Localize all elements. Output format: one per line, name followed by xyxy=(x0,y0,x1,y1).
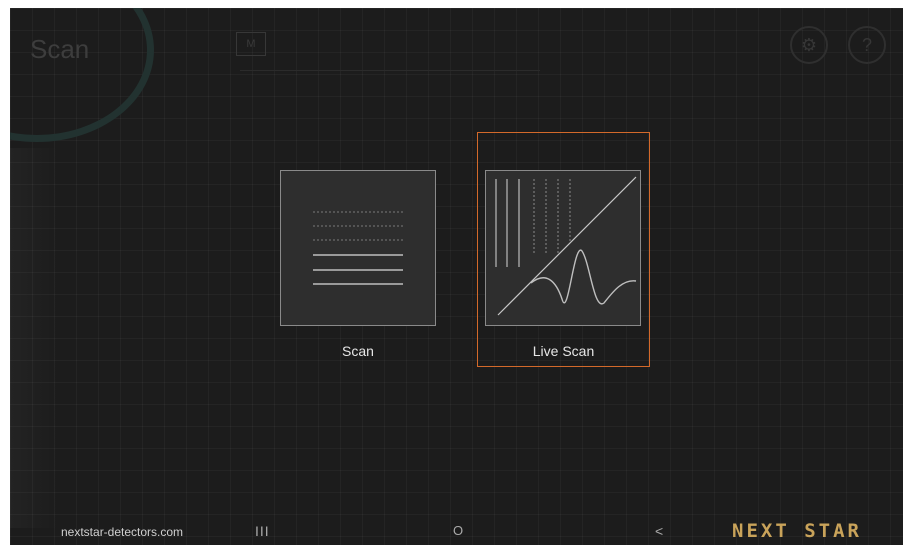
settings-icon: ⚙ xyxy=(790,26,828,64)
live-scan-mode-button[interactable]: Live Scan xyxy=(477,132,650,367)
recent-apps-button[interactable]: III xyxy=(255,523,270,539)
mode-icon: M xyxy=(236,32,266,56)
live-scan-mode-label: Live Scan xyxy=(532,343,595,359)
live-scan-graph-icon xyxy=(485,170,641,326)
scan-lines-icon xyxy=(280,170,436,326)
system-nav-bar: nextstar-detectors.com III O < NEXT STAR xyxy=(10,519,903,545)
scan-mode-button[interactable]: Scan xyxy=(280,170,436,370)
background-divider xyxy=(240,70,540,71)
website-url: nextstar-detectors.com xyxy=(61,525,184,539)
back-button[interactable]: < xyxy=(655,523,663,539)
help-icon: ? xyxy=(848,26,886,64)
background-sidebar xyxy=(10,148,60,528)
brand-logo: NEXT STAR xyxy=(732,520,862,542)
scan-mode-label: Scan xyxy=(342,343,374,359)
app-screen: Scan M ⚙ ? Scan Live Scan nextstar-detec… xyxy=(10,8,903,545)
home-button[interactable]: O xyxy=(453,523,463,538)
background-grid xyxy=(10,8,903,545)
background-title: Scan xyxy=(30,34,90,64)
